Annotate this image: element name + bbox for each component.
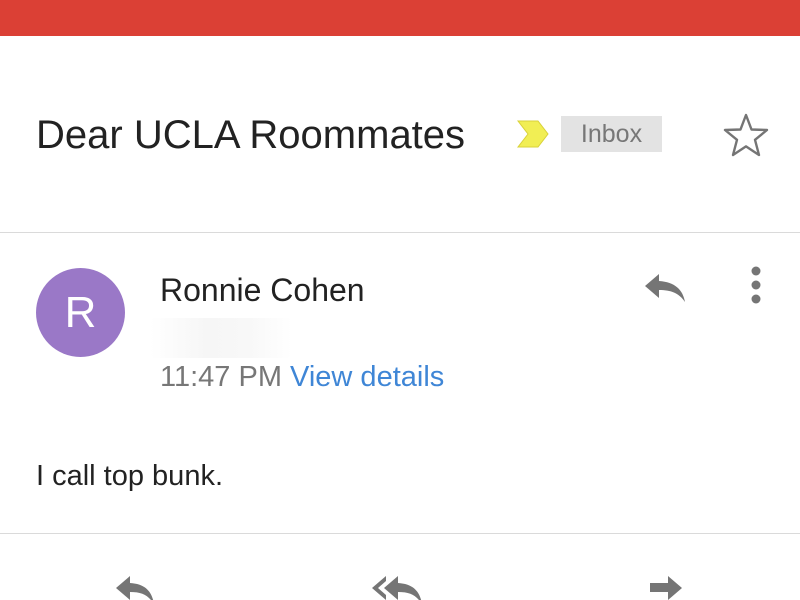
email-subject: Dear UCLA Roommates xyxy=(36,113,466,157)
subject-header: Dear UCLA Roommates Inbox xyxy=(0,36,800,232)
reply-all-inner-shape xyxy=(384,576,422,600)
reply-all-icon[interactable] xyxy=(366,570,430,600)
reply-icon[interactable] xyxy=(641,268,689,308)
view-details-link[interactable]: View details xyxy=(290,361,444,393)
star-outline-icon[interactable] xyxy=(722,112,770,160)
more-dot-middle xyxy=(751,280,761,290)
redacted-recipient xyxy=(150,318,292,358)
importance-marker-shape xyxy=(516,120,549,148)
inbox-label-chip[interactable]: Inbox xyxy=(561,116,662,152)
reply-action-shape xyxy=(116,576,154,600)
app-top-bar xyxy=(0,0,800,36)
message-meta: 11:47 PM View details xyxy=(160,358,444,396)
star-shape xyxy=(723,113,769,157)
forward-icon[interactable] xyxy=(634,570,698,600)
importance-marker-icon[interactable] xyxy=(516,119,550,149)
more-dot-bottom xyxy=(751,294,761,304)
forward-arrow-shape xyxy=(650,576,682,600)
more-dot-top xyxy=(751,266,761,276)
sender-name[interactable]: Ronnie Cohen xyxy=(160,270,365,310)
sender-avatar[interactable]: R xyxy=(36,268,125,357)
message-time: 11:47 PM xyxy=(160,361,282,393)
more-vert-icon[interactable] xyxy=(740,264,772,308)
reply-arrow-shape xyxy=(645,274,685,302)
header-divider xyxy=(0,232,800,233)
reply-all-outer-shape xyxy=(372,576,386,600)
email-view: Dear UCLA Roommates Inbox R Ronnie Cohen… xyxy=(0,0,800,600)
message-body: I call top bunk. xyxy=(36,460,223,492)
reply-icon[interactable] xyxy=(104,570,168,600)
bottom-action-bar xyxy=(0,534,800,600)
